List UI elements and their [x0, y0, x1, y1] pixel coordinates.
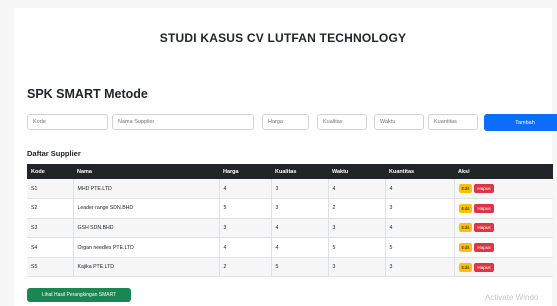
cell-aksi: Edit Hapus [453, 179, 553, 200]
table-row: S2 Leader range SDN.BHD 5 3 2 3 Edit Hapu… [27, 198, 553, 219]
hapus-button[interactable]: Hapus [474, 262, 494, 272]
header-harga: Harga [219, 164, 271, 179]
cell-kualitas: 3 [270, 198, 328, 219]
cell-waktu: 5 [327, 237, 385, 258]
cell-harga: 5 [218, 198, 271, 219]
cell-kode: S4 [27, 237, 73, 258]
kualitas-input[interactable] [317, 114, 367, 130]
cell-kode: S2 [27, 198, 73, 219]
edit-button[interactable]: Edit [458, 223, 473, 233]
supplier-form: Tambah [27, 114, 557, 131]
cell-aksi: Edit Hapus [453, 218, 553, 239]
cell-nama: Leader range SDN.BHD [72, 198, 219, 219]
cell-kode: S3 [27, 218, 73, 239]
page-title: STUDI KASUS CV LUTFAN TECHNOLOGY [159, 31, 407, 45]
edit-button[interactable]: Edit [458, 203, 473, 213]
header-kuantitas: Kuantitas [385, 164, 454, 179]
header-nama: Nama [73, 164, 219, 179]
cell-nama: MHD PTE.LTD [72, 179, 219, 200]
daftar-supplier-heading: Daftar Supplier [27, 149, 81, 158]
edit-button[interactable]: Edit [458, 243, 473, 253]
activate-windows-watermark: Activate Windo [485, 293, 539, 302]
hapus-button[interactable]: Hapus [474, 203, 494, 213]
table-row: S5 Kajika PTE.LTD 2 5 3 3 Edit Hapus [27, 257, 553, 278]
main-card: STUDI KASUS CV LUTFAN TECHNOLOGY SPK SMA… [14, 8, 557, 306]
table-row: S4 Organ needles PTE.LTD 4 4 5 5 Edit Hap… [27, 237, 553, 258]
edit-button[interactable]: Edit [458, 262, 473, 272]
edit-button[interactable]: Edit [458, 184, 473, 194]
hapus-button[interactable]: Hapus [474, 243, 494, 253]
section-title: SPK SMART Metode [27, 87, 148, 101]
table-header-row: Kode Nama Harga Kualitas Waktu Kuantitas… [27, 164, 553, 179]
cell-kuantitas: 5 [384, 237, 454, 258]
cell-waktu: 3 [327, 218, 385, 239]
header-kualitas: Kualitas [271, 164, 328, 179]
cell-harga: 4 [218, 179, 271, 200]
cell-kuantitas: 4 [384, 179, 454, 200]
hapus-button[interactable]: Hapus [474, 223, 494, 233]
tambah-button[interactable]: Tambah [484, 114, 557, 131]
cell-nama: Kajika PTE.LTD [72, 257, 219, 278]
cell-aksi: Edit Hapus [453, 257, 553, 278]
cell-kualitas: 5 [270, 257, 328, 278]
lihat-hasil-button[interactable]: Lihat Hasil Perangkingan SMART [27, 288, 131, 302]
cell-waktu: 4 [327, 179, 385, 200]
cell-waktu: 3 [327, 257, 385, 278]
cell-kuantitas: 3 [384, 257, 454, 278]
supplier-table: Kode Nama Harga Kualitas Waktu Kuantitas… [27, 164, 553, 278]
cell-kualitas: 4 [270, 237, 328, 258]
nama-supplier-input[interactable] [112, 114, 254, 130]
kuantitas-input[interactable] [428, 114, 478, 130]
cell-nama: Organ needles PTE.LTD [72, 237, 219, 258]
cell-nama: GSH SDN.BHD [72, 218, 219, 239]
kode-input[interactable] [27, 114, 108, 130]
header-aksi: Aksi [454, 164, 553, 179]
cell-harga: 3 [218, 218, 271, 239]
cell-harga: 2 [218, 257, 271, 278]
hapus-button[interactable]: Hapus [474, 184, 494, 194]
cell-kode: S5 [27, 257, 73, 278]
cell-kode: S1 [27, 179, 73, 200]
cell-waktu: 2 [327, 198, 385, 219]
cell-aksi: Edit Hapus [453, 237, 553, 258]
table-row: S1 MHD PTE.LTD 4 3 4 4 Edit Hapus [27, 179, 553, 200]
cell-kualitas: 3 [270, 179, 328, 200]
cell-kuantitas: 3 [384, 198, 454, 219]
header-kode: Kode [27, 164, 73, 179]
cell-kuantitas: 4 [384, 218, 454, 239]
cell-aksi: Edit Hapus [453, 198, 553, 219]
waktu-input[interactable] [374, 114, 424, 130]
harga-input[interactable] [262, 114, 309, 130]
header-waktu: Waktu [328, 164, 385, 179]
table-row: S3 GSH SDN.BHD 3 4 3 4 Edit Hapus [27, 218, 553, 239]
cell-harga: 4 [218, 237, 271, 258]
cell-kualitas: 4 [270, 218, 328, 239]
